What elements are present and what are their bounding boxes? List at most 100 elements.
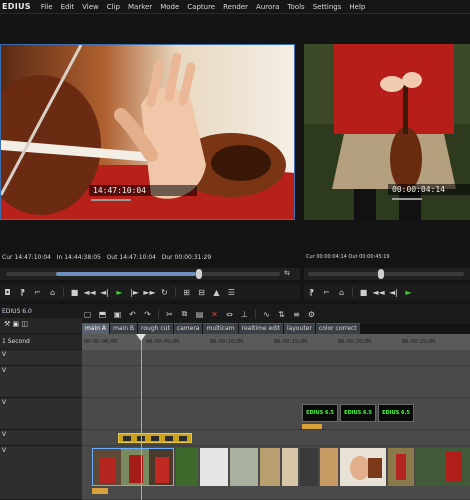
recorder-scrub-knob[interactable]	[378, 269, 384, 279]
recorder-scrub-track[interactable]	[308, 272, 464, 276]
playhead-marker[interactable]	[136, 334, 146, 341]
stop-icon[interactable]: ■	[68, 286, 81, 298]
edius-title-clip[interactable]: EDIUS 6.5	[340, 404, 376, 422]
player-dur-value: 00:00:31:29	[174, 254, 212, 261]
scale-label[interactable]: 1 Second	[2, 338, 30, 345]
waveform-icon[interactable]: ∿	[260, 308, 273, 320]
settings-icon[interactable]: ⚙	[305, 308, 318, 320]
rec-set-out-icon[interactable]: ⌐	[320, 286, 333, 298]
insert-icon[interactable]: ⊞	[180, 286, 193, 298]
step-back-icon[interactable]: ◄|	[98, 286, 111, 298]
edius-title-clip[interactable]: EDIUS 6.5	[378, 404, 414, 422]
video-clip[interactable]	[260, 448, 280, 486]
tab-main-b[interactable]: main B	[110, 323, 138, 334]
edius-clip-handle[interactable]	[302, 424, 322, 429]
new-sequence-icon[interactable]: ▢	[81, 308, 94, 320]
video-clip[interactable]	[416, 448, 470, 486]
redo-icon[interactable]: ↷	[141, 308, 154, 320]
tab-multicam[interactable]: multicam	[203, 323, 238, 334]
menu-edit[interactable]: Edit	[61, 3, 75, 11]
title-clip[interactable]	[118, 433, 192, 443]
menu-help[interactable]: Help	[349, 3, 365, 11]
menu-file[interactable]: File	[41, 3, 53, 11]
menu-view[interactable]: View	[82, 3, 99, 11]
ruler-tick: 00:00:20;00	[338, 339, 372, 345]
menu-capture[interactable]: Capture	[187, 3, 215, 11]
menu-clip[interactable]: Clip	[107, 3, 120, 11]
menu-render[interactable]: Render	[223, 3, 248, 11]
scale-header: 1 Second	[0, 334, 82, 350]
track-header-1[interactable]: V	[0, 446, 82, 500]
video-clip[interactable]	[176, 448, 198, 486]
sync-icon[interactable]: ⇅	[275, 308, 288, 320]
recorder-viewer[interactable]: 00:00:04:14	[304, 44, 470, 220]
rec-cue-icon[interactable]: ⁋	[305, 286, 318, 298]
separator	[158, 309, 159, 319]
paste-icon[interactable]: ▤	[193, 308, 206, 320]
menu-aurora[interactable]: Aurora	[256, 3, 279, 11]
tab-rough-cut[interactable]: rough cut	[138, 323, 173, 334]
menu-settings[interactable]: Settings	[313, 3, 342, 11]
tools-icon[interactable]: ⚒ ▣ ◫	[4, 320, 28, 328]
track-header-4[interactable]: V	[0, 366, 82, 398]
step-forward-icon[interactable]: |►	[128, 286, 141, 298]
menu-bar: EDIUS File Edit View Clip Marker Mode Ca…	[0, 0, 470, 14]
player-scrubber[interactable]: ⇆	[0, 268, 300, 280]
ripple-icon[interactable]: ⇔	[223, 308, 236, 320]
open-icon[interactable]: ⬒	[96, 308, 109, 320]
track-header-5[interactable]: V	[0, 350, 82, 366]
clear-icon[interactable]: ⌂	[46, 286, 59, 298]
marker-icon[interactable]: ▲	[210, 286, 223, 298]
split-icon[interactable]: ⊥	[238, 308, 251, 320]
tab-layouter[interactable]: layouter	[283, 323, 315, 334]
cut-icon[interactable]: ✂	[163, 308, 176, 320]
video-clip[interactable]	[282, 448, 298, 486]
video-clip[interactable]	[320, 448, 338, 486]
recorder-overlay-bar	[392, 198, 422, 200]
play-icon[interactable]: ►	[113, 286, 126, 298]
rec-play-icon[interactable]: ►	[402, 286, 415, 298]
cue-icon[interactable]: ◘	[1, 286, 14, 298]
track-header-2[interactable]: V	[0, 430, 82, 446]
video-clip[interactable]	[388, 448, 414, 486]
recorder-overlay-timecode: 00:00:04:14	[388, 184, 470, 195]
overwrite-icon[interactable]: ⊟	[195, 286, 208, 298]
rec-clear-icon[interactable]: ⌂	[335, 286, 348, 298]
video-clip[interactable]	[340, 448, 386, 486]
copy-icon[interactable]: ⧉	[178, 308, 191, 320]
mixer-icon[interactable]: ≡	[290, 308, 303, 320]
loop-icon[interactable]: ⇆	[284, 269, 290, 277]
video-clip[interactable]	[230, 448, 258, 486]
tab-color-correct[interactable]: color correct	[315, 323, 360, 334]
rec-step-back-icon[interactable]: ◄|	[387, 286, 400, 298]
recorder-scrubber[interactable]	[304, 268, 470, 280]
save-icon[interactable]: ▣	[111, 308, 124, 320]
rec-stop-icon[interactable]: ■	[357, 286, 370, 298]
set-in-icon[interactable]: ⁋	[16, 286, 29, 298]
edius-title-clip[interactable]: EDIUS 6.5	[302, 404, 338, 422]
menu-icon[interactable]: ☰	[225, 286, 238, 298]
app-logo: EDIUS	[2, 2, 31, 11]
clip-handle[interactable]	[92, 488, 108, 494]
set-out-icon[interactable]: ⌐	[31, 286, 44, 298]
track-header-3[interactable]: V	[0, 398, 82, 430]
tab-camera[interactable]: camera	[173, 323, 203, 334]
menu-mode[interactable]: Mode	[160, 3, 179, 11]
menu-tools[interactable]: Tools	[287, 3, 304, 11]
rewind-icon[interactable]: ◄◄	[83, 286, 96, 298]
track-name-4: V	[2, 367, 7, 374]
loop-play-icon[interactable]: ↻	[158, 286, 171, 298]
tab-realtime-edit[interactable]: realtime edit	[238, 323, 283, 334]
video-clip[interactable]	[200, 448, 228, 486]
fast-forward-icon[interactable]: ►►	[143, 286, 156, 298]
player-overlay-timecode: 14:47:10:04	[89, 185, 197, 196]
undo-icon[interactable]: ↶	[126, 308, 139, 320]
menu-marker[interactable]: Marker	[128, 3, 152, 11]
tab-main-a[interactable]: main A	[82, 323, 110, 334]
video-clip[interactable]	[300, 448, 318, 486]
delete-icon[interactable]: ✕	[208, 308, 221, 320]
player-viewer[interactable]: 14:47:10:04	[0, 44, 295, 220]
video-clip-selected[interactable]	[92, 448, 174, 486]
player-scrub-knob[interactable]	[196, 269, 202, 279]
rec-rewind-icon[interactable]: ◄◄	[372, 286, 385, 298]
